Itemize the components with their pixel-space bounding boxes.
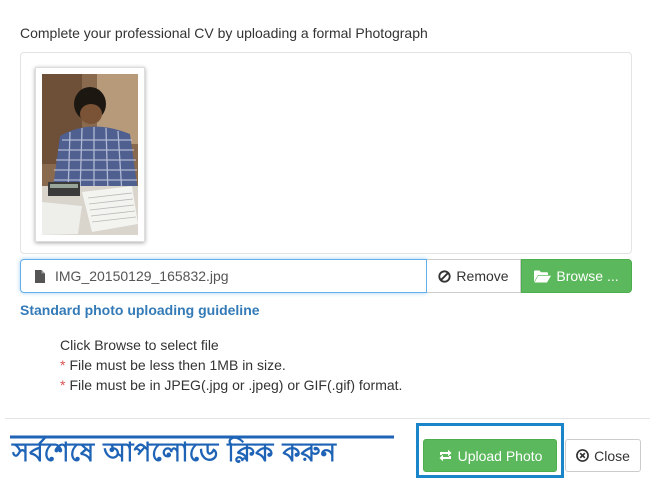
close-button[interactable]: Close xyxy=(565,439,641,472)
guideline-rule: * File must be in JPEG(.jpg or .jpeg) or … xyxy=(60,377,403,393)
browse-button[interactable]: Browse ... xyxy=(521,259,632,293)
file-input-group: IMG_20150129_165832.jpg Remove Browse ..… xyxy=(20,259,632,293)
remove-button-label: Remove xyxy=(456,268,509,284)
photo-preview-box xyxy=(20,52,632,254)
browse-button-label: Browse ... xyxy=(556,268,619,284)
handwritten-note-text: সর্বশেষে আপলোডে ক্লিক করুন xyxy=(11,436,337,468)
remove-button[interactable]: Remove xyxy=(427,259,521,293)
file-name-text: IMG_20150129_165832.jpg xyxy=(55,268,229,284)
guideline-rule: * File must be less then 1MB in size. xyxy=(60,357,286,373)
upload-photo-button-label: Upload Photo xyxy=(457,447,543,464)
required-star-icon: * xyxy=(60,357,66,373)
instruction-text: Complete your professional CV by uploadi… xyxy=(20,25,428,41)
guideline-intro: Click Browse to select file xyxy=(60,337,219,353)
footer-divider xyxy=(5,418,650,419)
upload-photo-dialog-body: Complete your professional CV by uploadi… xyxy=(0,0,650,418)
photo-thumbnail xyxy=(42,74,138,235)
close-button-label: Close xyxy=(594,447,630,464)
file-caption-field[interactable]: IMG_20150129_165832.jpg xyxy=(20,259,427,293)
guideline-list: Click Browse to select file * File must b… xyxy=(60,335,402,395)
upload-photo-button[interactable]: Upload Photo xyxy=(423,439,557,472)
required-star-icon: * xyxy=(60,377,66,393)
file-icon xyxy=(35,269,45,283)
refresh-icon xyxy=(439,449,452,462)
times-circle-icon xyxy=(576,449,590,462)
ban-icon xyxy=(438,269,452,283)
photo-thumbnail-frame xyxy=(35,67,145,242)
handwritten-annotation: সর্বশেষে আপলোডে ক্লিক করুন xyxy=(10,435,394,468)
folder-open-icon xyxy=(534,270,552,282)
guideline-heading: Standard photo uploading guideline xyxy=(20,302,260,318)
